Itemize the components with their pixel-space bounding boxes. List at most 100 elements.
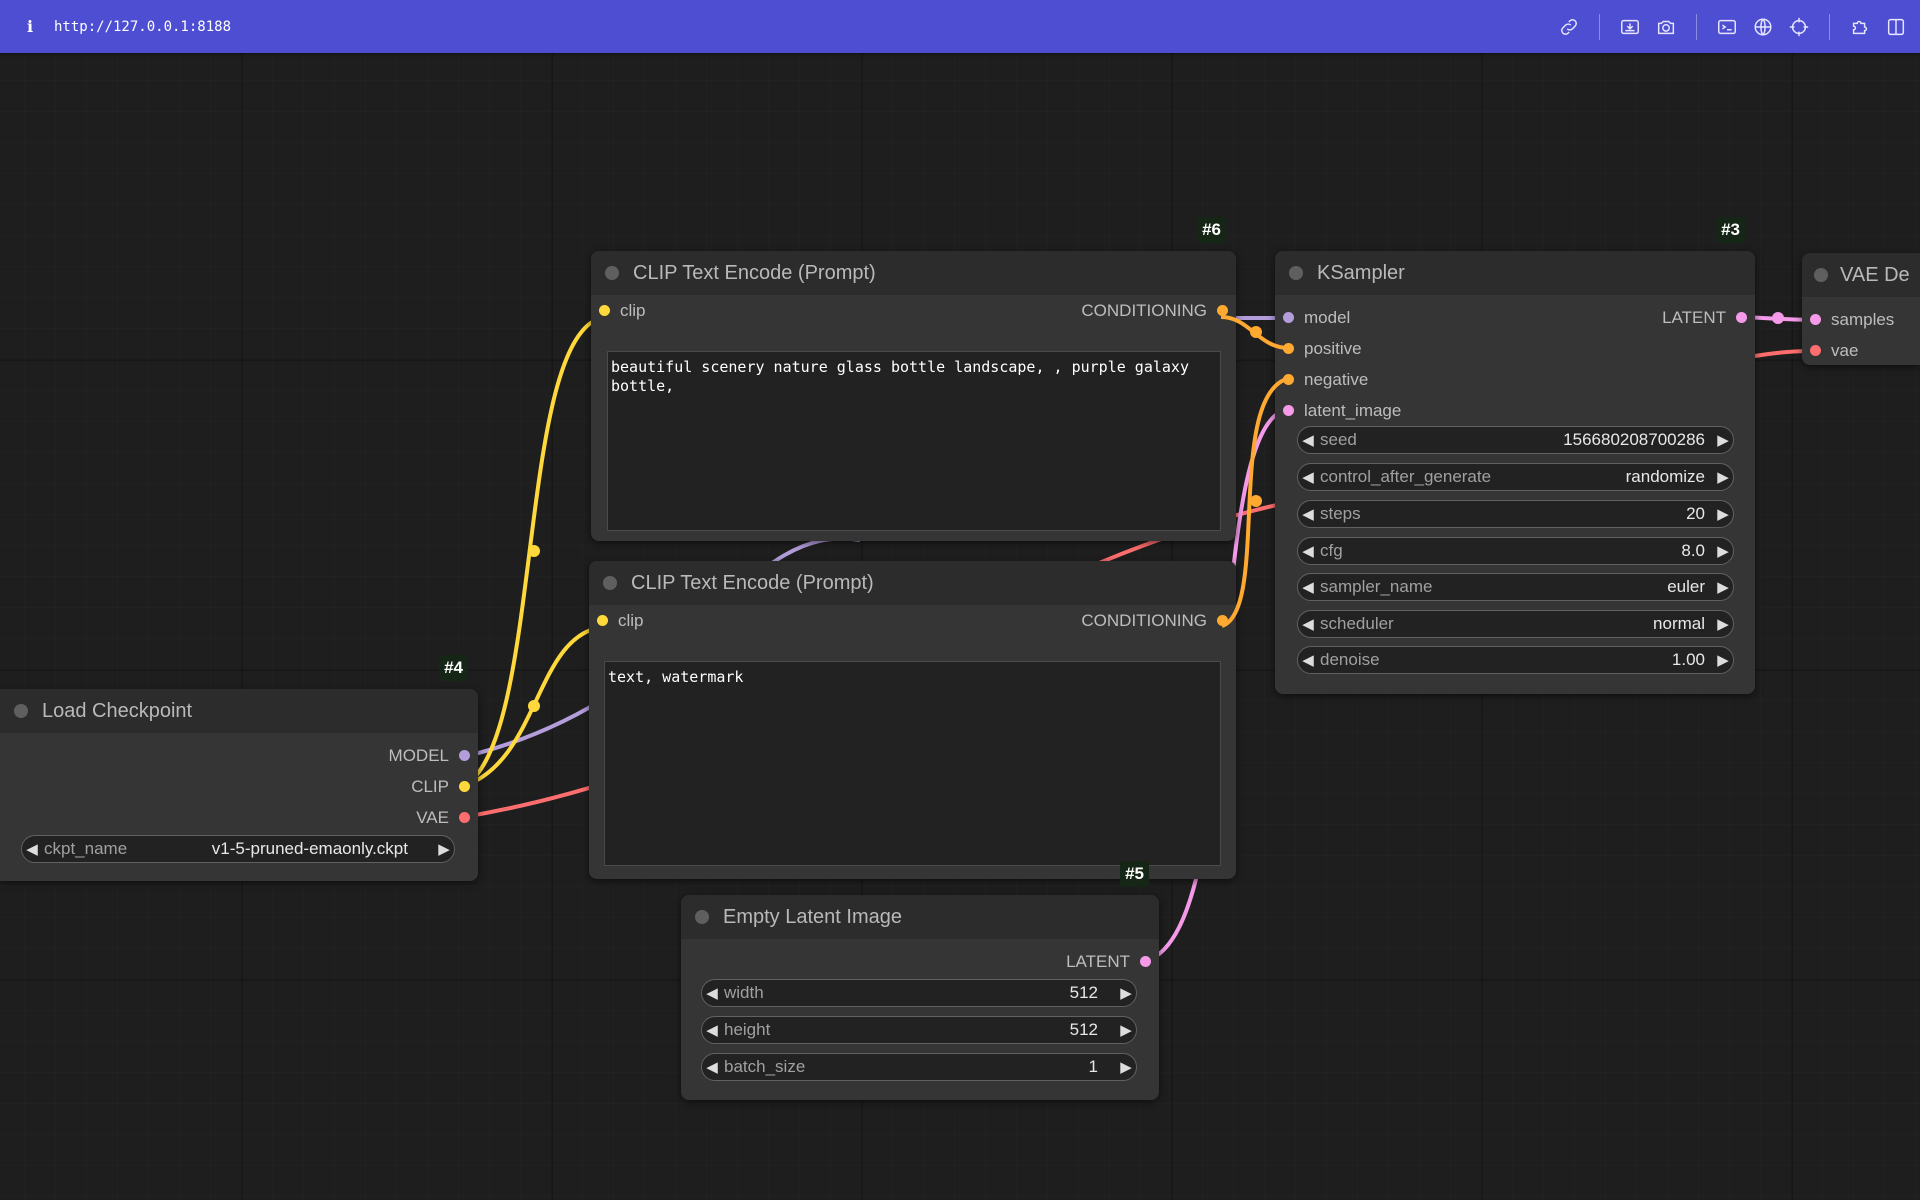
input-slot-positive[interactable]: positive bbox=[1275, 333, 1362, 364]
input-slot-clip[interactable]: clip bbox=[591, 295, 646, 326]
widget-width[interactable]: ◀ width 512 ▶ bbox=[701, 979, 1137, 1007]
collapse-dot-icon[interactable] bbox=[1814, 268, 1828, 282]
terminal-icon[interactable] bbox=[1712, 12, 1742, 42]
node-id-badge: #3 bbox=[1716, 217, 1745, 243]
decrement-arrow-icon[interactable]: ◀ bbox=[1298, 615, 1318, 633]
input-pin-icon[interactable] bbox=[599, 305, 610, 316]
decrement-arrow-icon[interactable]: ◀ bbox=[22, 840, 42, 858]
increment-arrow-icon[interactable]: ▶ bbox=[1713, 542, 1733, 560]
prompt-textarea[interactable]: beautiful scenery nature glass bottle la… bbox=[607, 351, 1221, 531]
widget-cfg[interactable]: ◀ cfg 8.0 ▶ bbox=[1297, 537, 1734, 565]
collapse-dot-icon[interactable] bbox=[605, 266, 619, 280]
input-slot-model[interactable]: model bbox=[1275, 302, 1350, 333]
widget-scheduler[interactable]: ◀ scheduler normal ▶ bbox=[1297, 610, 1734, 638]
output-slot-clip[interactable]: CLIP bbox=[411, 771, 478, 802]
input-slot-samples[interactable]: samples bbox=[1802, 304, 1894, 335]
output-slot-model[interactable]: MODEL bbox=[389, 740, 478, 771]
output-pin-icon[interactable] bbox=[459, 812, 470, 823]
output-slot-latent[interactable]: LATENT bbox=[1662, 302, 1755, 333]
decrement-arrow-icon[interactable]: ◀ bbox=[1298, 651, 1318, 669]
increment-arrow-icon[interactable]: ▶ bbox=[1713, 505, 1733, 523]
node-title-bar[interactable]: Load Checkpoint bbox=[0, 689, 478, 733]
node-title: CLIP Text Encode (Prompt) bbox=[631, 571, 874, 594]
globe-icon[interactable] bbox=[1748, 12, 1778, 42]
increment-arrow-icon[interactable]: ▶ bbox=[1713, 578, 1733, 596]
decrement-arrow-icon[interactable]: ◀ bbox=[702, 1058, 722, 1076]
input-pin-icon[interactable] bbox=[1283, 312, 1294, 323]
output-slot-conditioning[interactable]: CONDITIONING bbox=[1081, 605, 1236, 636]
input-slot-negative[interactable]: negative bbox=[1275, 364, 1368, 395]
input-pin-icon[interactable] bbox=[1810, 345, 1821, 356]
node-load-checkpoint[interactable]: #4 Load Checkpoint MODEL CLIP VAE ◀ ckpt… bbox=[0, 655, 478, 881]
increment-arrow-icon[interactable]: ▶ bbox=[434, 840, 454, 858]
slot-label: CONDITIONING bbox=[1081, 300, 1207, 320]
increment-arrow-icon[interactable]: ▶ bbox=[1713, 651, 1733, 669]
input-slot-vae[interactable]: vae bbox=[1802, 335, 1858, 366]
increment-arrow-icon[interactable]: ▶ bbox=[1116, 1021, 1136, 1039]
decrement-arrow-icon[interactable]: ◀ bbox=[1298, 542, 1318, 560]
widget-control-after-generate[interactable]: ◀ control_after_generate randomize ▶ bbox=[1297, 463, 1734, 491]
output-pin-icon[interactable] bbox=[459, 750, 470, 761]
increment-arrow-icon[interactable]: ▶ bbox=[1713, 468, 1733, 486]
node-title-bar[interactable]: Empty Latent Image bbox=[681, 895, 1159, 939]
node-empty-latent-image[interactable]: #5 Empty Latent Image LATENT ◀ width 512… bbox=[681, 861, 1159, 1100]
input-pin-icon[interactable] bbox=[1283, 405, 1294, 416]
widget-seed[interactable]: ◀ seed 156680208700286 ▶ bbox=[1297, 426, 1734, 454]
node-title-bar[interactable]: CLIP Text Encode (Prompt) bbox=[589, 561, 1236, 605]
node-ksampler[interactable]: #3 KSampler model LATENT positive negati bbox=[1275, 217, 1755, 694]
increment-arrow-icon[interactable]: ▶ bbox=[1713, 615, 1733, 633]
camera-icon[interactable] bbox=[1651, 12, 1681, 42]
input-pin-icon[interactable] bbox=[1283, 374, 1294, 385]
decrement-arrow-icon[interactable]: ◀ bbox=[702, 984, 722, 1002]
crosshair-icon[interactable] bbox=[1784, 12, 1814, 42]
slot-row: model LATENT bbox=[1275, 302, 1755, 333]
node-title-bar[interactable]: KSampler bbox=[1275, 251, 1755, 295]
decrement-arrow-icon[interactable]: ◀ bbox=[702, 1021, 722, 1039]
widget-denoise[interactable]: ◀ denoise 1.00 ▶ bbox=[1297, 646, 1734, 674]
widget-height[interactable]: ◀ height 512 ▶ bbox=[701, 1016, 1137, 1044]
decrement-arrow-icon[interactable]: ◀ bbox=[1298, 505, 1318, 523]
output-slot-conditioning[interactable]: CONDITIONING bbox=[1081, 295, 1236, 326]
link-icon[interactable] bbox=[1554, 12, 1584, 42]
collapse-dot-icon[interactable] bbox=[603, 576, 617, 590]
widget-sampler-name[interactable]: ◀ sampler_name euler ▶ bbox=[1297, 573, 1734, 601]
decrement-arrow-icon[interactable]: ◀ bbox=[1298, 468, 1318, 486]
increment-arrow-icon[interactable]: ▶ bbox=[1713, 431, 1733, 449]
node-clip-text-encode-positive[interactable]: #6 CLIP Text Encode (Prompt) clip CONDIT… bbox=[591, 217, 1236, 541]
node-vae-decode[interactable]: VAE De samples vae bbox=[1802, 253, 1920, 365]
decrement-arrow-icon[interactable]: ◀ bbox=[1298, 431, 1318, 449]
slot-row: positive bbox=[1275, 333, 1755, 364]
output-pin-icon[interactable] bbox=[1140, 956, 1151, 967]
collapse-dot-icon[interactable] bbox=[695, 910, 709, 924]
node-id-badge: #4 bbox=[439, 655, 468, 681]
node-title-bar[interactable]: VAE De bbox=[1802, 253, 1920, 297]
prompt-textarea[interactable]: text, watermark bbox=[604, 661, 1221, 866]
collapse-dot-icon[interactable] bbox=[1289, 266, 1303, 280]
slot-label: CLIP bbox=[411, 776, 449, 796]
widget-batch-size[interactable]: ◀ batch_size 1 ▶ bbox=[701, 1053, 1137, 1081]
decrement-arrow-icon[interactable]: ◀ bbox=[1298, 578, 1318, 596]
puzzle-icon[interactable] bbox=[1845, 12, 1875, 42]
input-slot-clip[interactable]: clip bbox=[589, 605, 644, 636]
input-pin-icon[interactable] bbox=[1810, 314, 1821, 325]
node-title-bar[interactable]: CLIP Text Encode (Prompt) bbox=[591, 251, 1236, 295]
panel-icon[interactable] bbox=[1881, 12, 1911, 42]
widget-ckpt-name[interactable]: ◀ ckpt_name v1-5-pruned-emaonly.ckpt ▶ bbox=[21, 835, 455, 863]
node-clip-text-encode-negative[interactable]: CLIP Text Encode (Prompt) clip CONDITION… bbox=[589, 561, 1236, 879]
image-download-icon[interactable] bbox=[1615, 12, 1645, 42]
collapse-dot-icon[interactable] bbox=[14, 704, 28, 718]
output-slot-vae[interactable]: VAE bbox=[416, 802, 478, 833]
toolbar-icons bbox=[1551, 0, 1914, 53]
widget-steps[interactable]: ◀ steps 20 ▶ bbox=[1297, 500, 1734, 528]
output-slot-latent[interactable]: LATENT bbox=[1066, 946, 1159, 977]
increment-arrow-icon[interactable]: ▶ bbox=[1116, 984, 1136, 1002]
info-icon[interactable]: i bbox=[20, 17, 40, 36]
output-pin-icon[interactable] bbox=[1736, 312, 1747, 323]
output-pin-icon[interactable] bbox=[459, 781, 470, 792]
input-pin-icon[interactable] bbox=[1283, 343, 1294, 354]
input-pin-icon[interactable] bbox=[597, 615, 608, 626]
input-slot-latent-image[interactable]: latent_image bbox=[1275, 395, 1401, 426]
output-pin-icon[interactable] bbox=[1217, 615, 1228, 626]
output-pin-icon[interactable] bbox=[1217, 305, 1228, 316]
increment-arrow-icon[interactable]: ▶ bbox=[1116, 1058, 1136, 1076]
